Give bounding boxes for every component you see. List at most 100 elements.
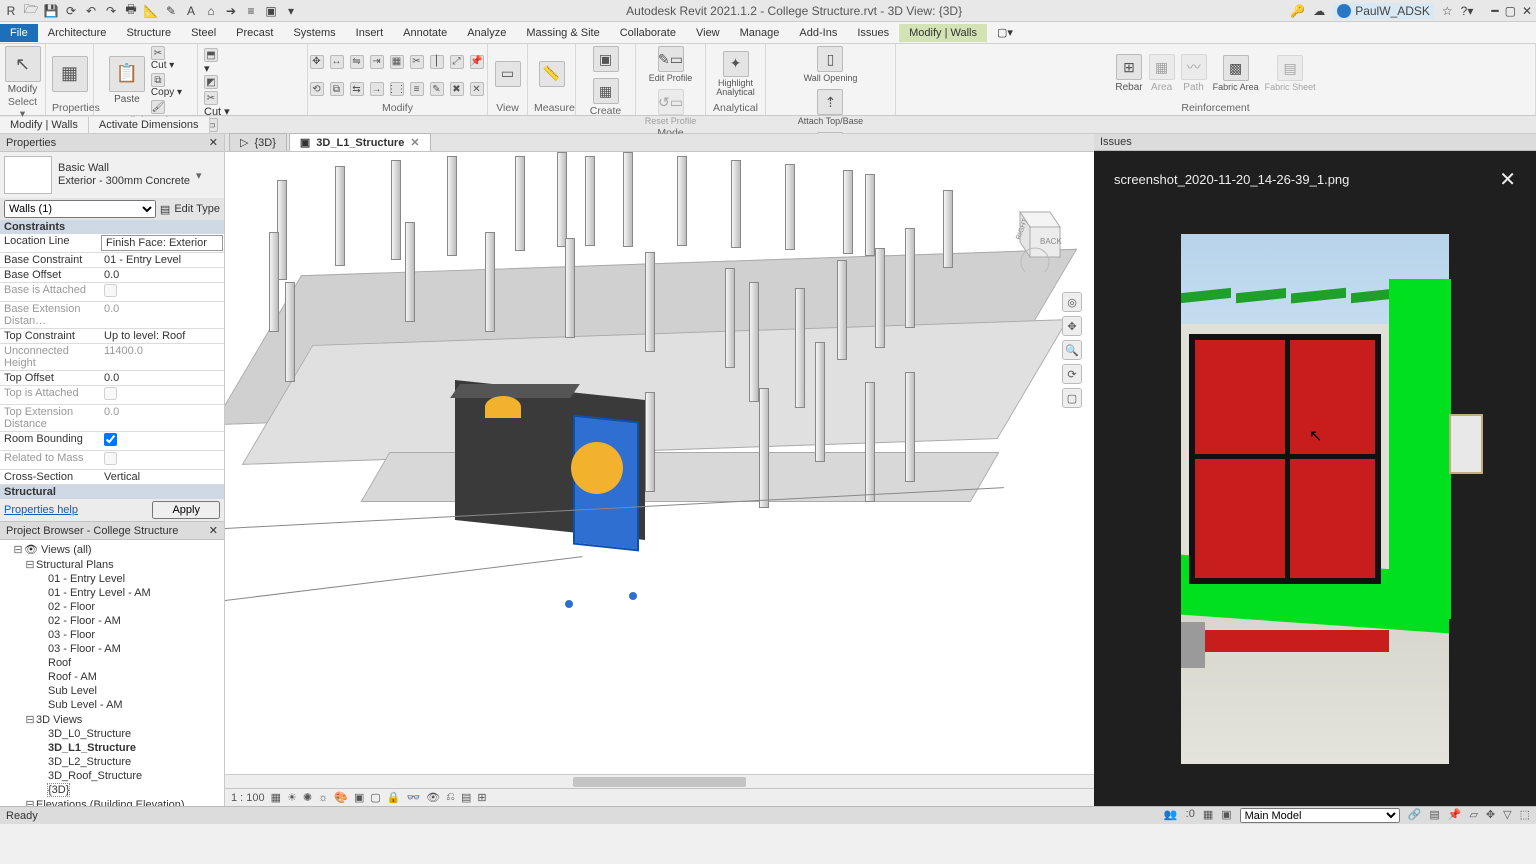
- analytical-icon[interactable]: ⎌: [446, 791, 455, 804]
- plan-03[interactable]: 03 - Floor: [0, 628, 224, 642]
- pin-icon[interactable]: 📌: [470, 55, 484, 69]
- base-offset-field[interactable]: 0.0: [100, 268, 224, 282]
- project-browser-title[interactable]: Project Browser - College Structure ✕: [0, 522, 224, 540]
- lock3d-icon[interactable]: 🔒: [387, 791, 401, 804]
- thin-lines-icon[interactable]: ≡: [244, 4, 258, 18]
- chevron-down-icon[interactable]: ▾: [196, 169, 210, 182]
- tab-steel[interactable]: Steel: [181, 24, 226, 42]
- elevations-node[interactable]: ⊟Elevations (Building Elevation): [0, 797, 224, 806]
- close-inactive-icon[interactable]: ▣: [264, 4, 278, 18]
- edit-type-button[interactable]: Edit Type: [174, 203, 220, 215]
- property-grid[interactable]: Constraints Location LineFinish Face: Ex…: [0, 220, 224, 499]
- fabric-sheet-tool[interactable]: ▤Fabric Sheet: [1265, 55, 1316, 92]
- sync-icon[interactable]: ⟳: [64, 4, 78, 18]
- plan-02[interactable]: 02 - Floor: [0, 600, 224, 614]
- measure-icon2[interactable]: 📏: [539, 61, 565, 87]
- keyhole-icon[interactable]: 🔑: [1290, 4, 1305, 18]
- cloud-icon[interactable]: ☁: [1313, 4, 1325, 18]
- category-selector[interactable]: Walls (1): [4, 200, 156, 218]
- split3-icon[interactable]: ≡: [410, 82, 424, 96]
- undo-icon[interactable]: ↶: [84, 4, 98, 18]
- zoom-icon[interactable]: 🔍: [1062, 340, 1082, 360]
- filter-icon[interactable]: ▤: [160, 203, 170, 216]
- tab-view[interactable]: View: [686, 24, 730, 42]
- tab-architecture[interactable]: Architecture: [38, 24, 117, 42]
- views-root[interactable]: ⊟👁 Views (all): [0, 542, 224, 557]
- properties-tool[interactable]: ▦: [52, 56, 88, 92]
- properties-palette-title[interactable]: Properties ✕: [0, 134, 224, 152]
- array2-icon[interactable]: ⋮⋮: [390, 82, 404, 96]
- close-issue-icon[interactable]: ✕: [1499, 167, 1516, 192]
- type-selector[interactable]: Basic Wall Exterior - 300mm Concrete ▾: [0, 152, 224, 198]
- align-icon[interactable]: ⇥: [370, 55, 384, 69]
- design-options-icon[interactable]: ▣: [1221, 808, 1231, 823]
- view-tab-l1[interactable]: ▣3D_L1_Structure✕: [289, 133, 431, 151]
- select-underlay-icon[interactable]: ▤: [1429, 808, 1439, 823]
- temp-hide-icon[interactable]: 👓: [406, 791, 420, 804]
- wall-opening-tool[interactable]: ▯Wall Opening: [804, 46, 858, 83]
- tab-addins[interactable]: Add-Ins: [789, 24, 847, 42]
- view-roof[interactable]: 3D_Roof_Structure: [0, 769, 224, 783]
- cross-section-field[interactable]: Vertical: [100, 470, 224, 484]
- project-tree[interactable]: ⊟👁 Views (all) ⊟Structural Plans 01 - En…: [0, 540, 224, 806]
- copy2-icon[interactable]: ⧉: [330, 82, 344, 96]
- view-l1[interactable]: 3D_L1_Structure: [0, 741, 224, 755]
- mirror2-icon[interactable]: ⇆: [350, 82, 364, 96]
- plan-roof-am[interactable]: Roof - AM: [0, 670, 224, 684]
- box-icon[interactable]: ▢: [1062, 388, 1082, 408]
- view-l0[interactable]: 3D_L0_Structure: [0, 727, 224, 741]
- rotate-icon[interactable]: ⟲: [310, 82, 324, 96]
- reveal-icon[interactable]: 👁: [426, 791, 440, 804]
- close-icon[interactable]: ✕: [209, 524, 218, 537]
- edit-profile-tool[interactable]: ✎▭Edit Profile: [649, 46, 693, 83]
- detail-icon[interactable]: ▦: [271, 791, 281, 804]
- tab-modify-walls[interactable]: Modify | Walls: [899, 24, 987, 42]
- 3d-views-node[interactable]: ⊟3D Views: [0, 712, 224, 727]
- close-window-icon[interactable]: ✕: [1522, 4, 1532, 18]
- highlight-analytical-tool[interactable]: ✦Highlight Analytical: [712, 51, 759, 97]
- sunpath-icon[interactable]: ✺: [303, 791, 312, 804]
- style-icon[interactable]: ☀: [287, 791, 297, 804]
- background-icon[interactable]: ⬚: [1520, 808, 1530, 823]
- tab-manage[interactable]: Manage: [730, 24, 790, 42]
- apply-button[interactable]: Apply: [152, 501, 220, 519]
- trim-icon[interactable]: ✂: [410, 55, 424, 69]
- view-l2[interactable]: 3D_L2_Structure: [0, 755, 224, 769]
- switch-windows-icon[interactable]: ▾: [284, 4, 298, 18]
- cope-tool[interactable]: ⬒ ▾ ◩: [204, 48, 218, 89]
- user-badge[interactable]: PaulW_ADSK: [1333, 3, 1434, 19]
- select-links-icon[interactable]: 🔗: [1408, 808, 1422, 823]
- drag-icon[interactable]: ✥: [1486, 808, 1495, 823]
- navigation-bar[interactable]: ◎ ✥ 🔍 ⟳ ▢: [1062, 292, 1082, 408]
- area-tool[interactable]: ▦Area: [1149, 54, 1175, 93]
- close-icon[interactable]: ✕: [209, 136, 218, 149]
- main-model-select[interactable]: Main Model: [1240, 808, 1400, 823]
- ribbon-play-icon[interactable]: ▢▾: [987, 23, 1023, 42]
- print-icon[interactable]: 🖶: [124, 4, 138, 18]
- tab-insert[interactable]: Insert: [346, 24, 394, 42]
- view-icon[interactable]: ▭: [495, 61, 521, 87]
- tab-systems[interactable]: Systems: [283, 24, 345, 42]
- room-bounding-check[interactable]: [100, 432, 224, 450]
- disp-icon[interactable]: ▤: [461, 791, 471, 804]
- move-icon[interactable]: ✥: [310, 55, 324, 69]
- unpin-icon[interactable]: ✖: [450, 82, 464, 96]
- scale-label[interactable]: 1 : 100: [231, 792, 265, 804]
- plan-sub[interactable]: Sub Level: [0, 684, 224, 698]
- rendering-icon[interactable]: 🎨: [334, 791, 348, 804]
- attach-tool[interactable]: ⇡Attach Top/Base: [798, 89, 863, 126]
- delete-icon[interactable]: ✕: [470, 82, 484, 96]
- constraints-icon[interactable]: ⊞: [477, 791, 486, 804]
- reset-profile-tool[interactable]: ↺▭Reset Profile: [645, 89, 697, 126]
- path-tool[interactable]: 〰Path: [1181, 54, 1207, 93]
- tab-precast[interactable]: Precast: [226, 24, 283, 42]
- plan-sub-am[interactable]: Sub Level - AM: [0, 698, 224, 712]
- fabric-area-tool[interactable]: ▩Fabric Area: [1213, 55, 1259, 92]
- split2-icon[interactable]: ⎮: [430, 55, 444, 69]
- tab-file[interactable]: File: [0, 24, 38, 42]
- plan-01-am[interactable]: 01 - Entry Level - AM: [0, 586, 224, 600]
- plan-01[interactable]: 01 - Entry Level: [0, 572, 224, 586]
- rebar-tool[interactable]: ⊞Rebar: [1115, 54, 1142, 93]
- issues-panel-title[interactable]: Issues: [1094, 134, 1536, 151]
- mirror-icon[interactable]: ⇋: [350, 55, 364, 69]
